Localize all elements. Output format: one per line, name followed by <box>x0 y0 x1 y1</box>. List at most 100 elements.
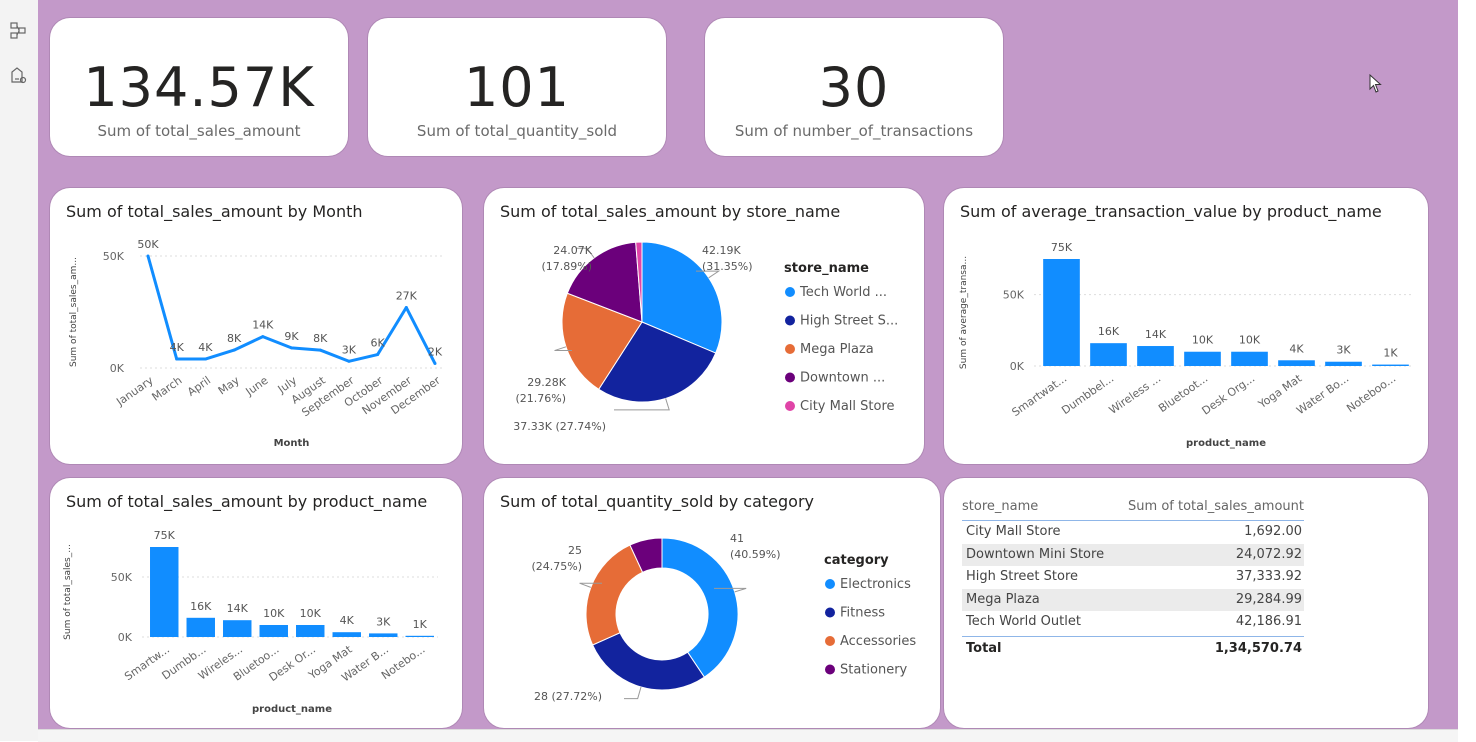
x-tick-label: March <box>149 374 184 404</box>
data-label: 4K <box>340 614 355 627</box>
data-label: 10K <box>1192 334 1214 347</box>
bar <box>369 633 398 637</box>
line-chart-card[interactable]: Sum of total_sales_amount by Month 50K 0K… <box>50 188 462 464</box>
kpi-card-sales[interactable]: 134.57K Sum of total_sales_amount <box>50 18 348 156</box>
bar <box>259 625 288 637</box>
legend-item: Mega Plaza <box>800 342 874 357</box>
data-label: 75K <box>154 529 176 542</box>
kpi-card-transactions[interactable]: 30 Sum of number_of_transactions <box>705 18 1003 156</box>
data-label: 9K <box>284 330 299 343</box>
bar-chart-sales-card[interactable]: Sum of total_sales_amount by product_nam… <box>50 478 462 728</box>
bar <box>332 632 361 637</box>
bar <box>296 625 325 637</box>
x-tick-label: Desk Org... <box>1200 372 1258 418</box>
x-tick-label: Dumbbel... <box>1059 372 1116 417</box>
data-label: (31.35%) <box>702 260 753 273</box>
cell-store: Tech World Outlet <box>966 614 1081 629</box>
data-label: 10K <box>263 607 285 620</box>
x-axis-title: product_name <box>1186 438 1266 449</box>
data-point <box>290 346 293 350</box>
data-point <box>376 353 380 357</box>
data-label: 42.19K <box>702 244 741 257</box>
table-row[interactable]: City Mall Store 1,692.00 <box>962 521 1304 544</box>
store-sales-table: store_name Sum of total_sales_amount Cit… <box>962 496 1304 661</box>
report-view-icon[interactable] <box>7 64 29 86</box>
bar <box>1372 364 1409 366</box>
data-point <box>404 306 408 310</box>
pie-slice <box>585 544 644 646</box>
data-label: 3K <box>1336 344 1351 357</box>
bar-chart-avg-card[interactable]: Sum of average_transaction_value by prod… <box>944 188 1428 464</box>
donut-chart-card[interactable]: Sum of total_quantity_sold by category 4… <box>484 478 940 728</box>
data-label: 3K <box>342 343 357 356</box>
data-point <box>261 335 265 339</box>
data-label: 27K <box>396 290 418 303</box>
table-row[interactable]: Mega Plaza 29,284.99 <box>962 588 1304 611</box>
pie-chart-card[interactable]: Sum of total_sales_amount by store_name … <box>484 188 924 464</box>
data-label: 14K <box>227 602 249 615</box>
legend-item: Fitness <box>840 606 885 621</box>
total-label: Total <box>966 640 1002 656</box>
kpi-card-quantity[interactable]: 101 Sum of total_quantity_sold <box>368 18 666 156</box>
cell-store: High Street Store <box>966 569 1079 584</box>
mouse-cursor-icon <box>1369 74 1382 93</box>
data-label: 10K <box>300 607 322 620</box>
data-label: (21.76%) <box>515 392 566 405</box>
data-label: 14K <box>252 319 274 332</box>
column-header-store[interactable]: store_name <box>962 496 1038 520</box>
x-tick-label: January <box>113 374 156 409</box>
x-axis-title: product_name <box>252 704 332 715</box>
bar <box>1137 346 1174 366</box>
data-label: 14K <box>1145 328 1167 341</box>
bar <box>1184 351 1221 366</box>
page-tabs-strip <box>38 729 1458 742</box>
legend-marker <box>825 664 835 675</box>
cell-sales: 42,186.91 <box>1235 614 1302 629</box>
y-axis-title: Sum of total_sales_am... <box>69 257 79 367</box>
data-label: 4K <box>170 341 185 354</box>
data-label: 4K <box>1289 342 1304 355</box>
donut-chart: 41 (40.59%) 28 (27.72%) 25 (24.75%) category E… <box>531 532 916 703</box>
data-point <box>203 357 207 361</box>
legend-title: store_name <box>784 261 869 276</box>
legend-marker <box>825 636 835 646</box>
cell-store: Mega Plaza <box>966 591 1040 607</box>
data-label: 41 <box>730 532 744 545</box>
table-total-row: Total 1,34,570.74 <box>962 635 1304 661</box>
table-row[interactable]: Tech World Outlet 42,186.91 <box>962 611 1304 634</box>
cell-store: Downtown Mini Store <box>966 546 1105 562</box>
y-tick-label: 50K <box>1003 289 1025 302</box>
bar <box>405 635 434 637</box>
data-point <box>175 357 179 361</box>
leader-line <box>624 686 642 700</box>
data-label: 1K <box>413 618 428 631</box>
data-point <box>232 348 236 352</box>
bar <box>1090 343 1127 366</box>
data-point <box>433 362 437 366</box>
table-row[interactable]: High Street Store 37,333.92 <box>962 566 1304 589</box>
y-tick-label: 0K <box>110 362 125 375</box>
data-label: 37.33K (27.74%) <box>513 420 606 433</box>
table-row[interactable]: Downtown Mini Store 24,072.92 <box>962 543 1304 566</box>
data-label: 25 <box>568 544 582 557</box>
bar <box>150 547 179 637</box>
table-model-icon[interactable] <box>7 20 29 42</box>
legend-marker <box>785 315 795 326</box>
x-tick-label: April <box>185 374 213 399</box>
kpi-label: Sum of number_of_transactions <box>734 122 974 140</box>
kpi-label: Sum of total_sales_amount <box>97 122 301 140</box>
right-margin <box>1458 0 1476 741</box>
y-axis-title: Sum of total_sales_... <box>63 544 73 640</box>
data-label: (17.89%) <box>541 260 592 273</box>
column-header-sales[interactable]: Sum of total_sales_amount <box>1128 496 1304 520</box>
data-label: 8K <box>313 332 328 345</box>
bar <box>1231 351 1268 366</box>
data-label: 29.28K <box>527 376 566 389</box>
data-label: 16K <box>1098 325 1120 338</box>
legend-marker <box>825 579 835 589</box>
data-label: 3K <box>376 615 391 628</box>
kpi-value: 30 <box>818 56 890 119</box>
bar <box>223 620 252 637</box>
store-sales-table-card[interactable]: store_name Sum of total_sales_amount Cit… <box>944 478 1428 728</box>
data-label: 1K <box>1383 347 1398 360</box>
